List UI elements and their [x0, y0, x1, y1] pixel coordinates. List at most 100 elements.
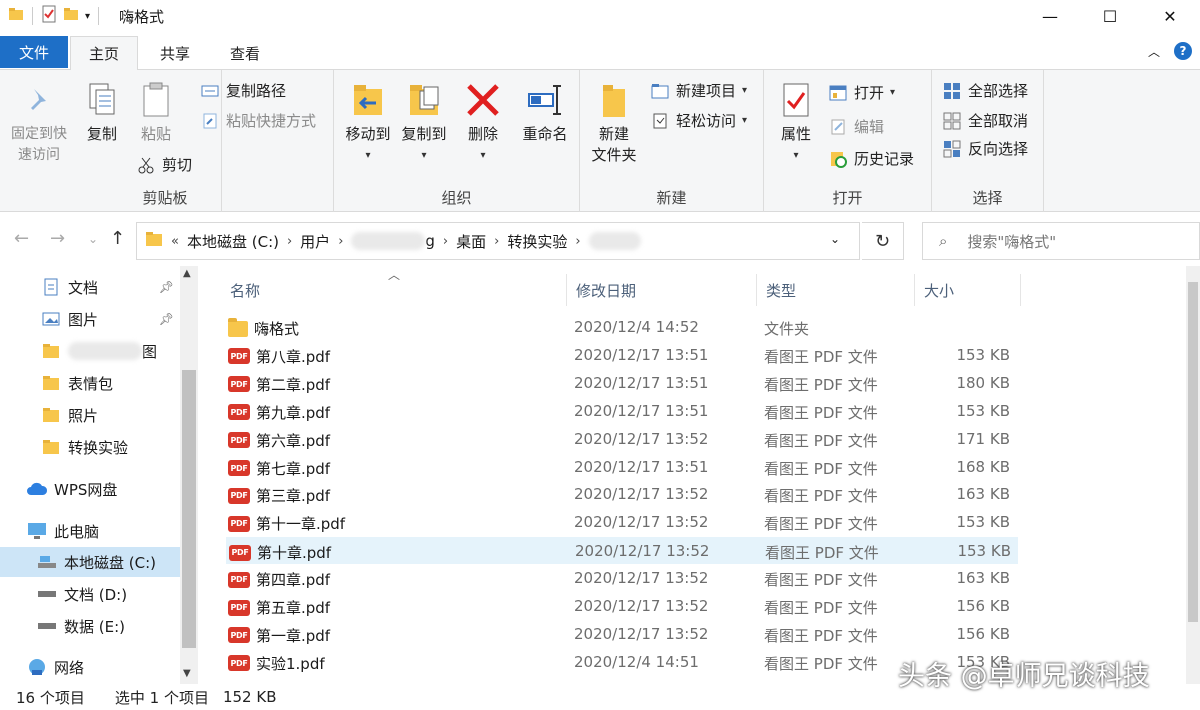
table-row[interactable]: PDF 第二章.pdf 2020/12/17 13:51 看图王 PDF 文件 180 … — [226, 370, 1018, 397]
easy-access-button[interactable]: 轻松访问 ▾ — [650, 110, 747, 131]
nav-item-documents[interactable]: 文档 📌︎ — [0, 272, 180, 302]
file-name-cell[interactable]: PDF 第一章.pdf — [228, 625, 330, 646]
file-name-cell[interactable]: PDF 第三章.pdf — [228, 485, 330, 506]
scrollbar-thumb[interactable] — [182, 370, 196, 648]
nav-item-network[interactable]: 网络 — [0, 652, 180, 682]
table-row[interactable]: PDF 第十章.pdf 2020/12/17 13:52 看图王 PDF 文件 153 … — [226, 537, 1018, 565]
column-header-date[interactable]: 修改日期 — [576, 274, 636, 306]
column-divider[interactable] — [566, 274, 567, 306]
breadcrumb-item[interactable]: 转换实验 — [507, 231, 567, 252]
file-name-cell[interactable]: PDF 第四章.pdf — [228, 569, 330, 590]
file-name-cell[interactable]: PDF 第五章.pdf — [228, 597, 330, 618]
chevron-right-icon[interactable]: › — [443, 234, 448, 249]
tab-view[interactable]: 查看 — [212, 36, 278, 70]
pin-icon[interactable]: 📌︎ — [159, 280, 174, 294]
nav-item-drive-e[interactable]: 数据 (E:) — [0, 611, 180, 641]
breadcrumb-item[interactable]: g — [425, 232, 435, 250]
new-folder-quick-icon[interactable] — [63, 6, 79, 26]
forward-arrow-icon[interactable]: → — [50, 228, 65, 249]
tab-share[interactable]: 共享 — [140, 36, 210, 70]
properties-button[interactable]: 属性 ▾ — [774, 78, 818, 166]
column-divider[interactable] — [756, 274, 757, 306]
file-name-cell[interactable]: 嗨格式 — [228, 317, 299, 339]
properties-quick-icon[interactable] — [41, 5, 57, 27]
minimize-button[interactable]: — — [1020, 0, 1080, 32]
paste-button[interactable]: 粘贴 — [134, 78, 178, 145]
file-name-cell[interactable]: PDF 第七章.pdf — [228, 458, 330, 479]
table-row[interactable]: PDF 第六章.pdf 2020/12/17 13:52 看图王 PDF 文件 171 … — [226, 426, 1018, 453]
chevron-right-icon[interactable]: › — [575, 234, 580, 249]
nav-item-pictures[interactable]: 图片 📌︎ — [0, 304, 180, 334]
file-name-cell[interactable]: PDF 第十一章.pdf — [228, 513, 345, 534]
table-row[interactable]: PDF 第十一章.pdf 2020/12/17 13:52 看图王 PDF 文件 153… — [226, 509, 1018, 536]
table-row[interactable]: PDF 第七章.pdf 2020/12/17 13:51 看图王 PDF 文件 168 … — [226, 454, 1018, 481]
customize-quick-access-icon[interactable]: ▾ — [85, 11, 90, 22]
nav-item-photos[interactable]: 照片 — [0, 400, 180, 430]
up-arrow-icon[interactable]: ↑ — [110, 228, 125, 249]
nav-item-local-disk-c[interactable]: 本地磁盘 (C:) — [0, 547, 180, 577]
file-name-cell[interactable]: PDF 第九章.pdf — [228, 402, 330, 423]
nav-item-conversion[interactable]: 转换实验 — [0, 432, 180, 462]
table-row[interactable]: PDF 第四章.pdf 2020/12/17 13:52 看图王 PDF 文件 163 … — [226, 565, 1018, 592]
nav-item-wps-cloud[interactable]: WPS网盘 — [0, 474, 180, 504]
breadcrumb-item[interactable]: 用户 — [300, 231, 330, 252]
delete-button[interactable]: 删除 ▾ — [460, 78, 506, 166]
new-item-button[interactable]: 新建项目 ▾ — [650, 80, 747, 101]
table-row[interactable]: PDF 第五章.pdf 2020/12/17 13:52 看图王 PDF 文件 156 … — [226, 593, 1018, 620]
file-name-cell[interactable]: PDF 第八章.pdf — [228, 346, 330, 367]
tab-home[interactable]: 主页 — [70, 36, 138, 71]
close-button[interactable]: ✕ — [1140, 0, 1200, 32]
table-row[interactable]: PDF 第八章.pdf 2020/12/17 13:51 看图王 PDF 文件 153 … — [226, 342, 1018, 369]
copy-to-button[interactable]: 复制到 ▾ — [396, 78, 452, 166]
edit-button[interactable]: 编辑 — [828, 116, 884, 137]
breadcrumb-overflow[interactable]: « — [171, 234, 179, 249]
select-all-button[interactable]: 全部选择 — [942, 80, 1028, 101]
move-to-button[interactable]: 移动到 ▾ — [340, 78, 396, 166]
help-icon[interactable]: ? — [1174, 42, 1192, 60]
copy-button[interactable]: 复制 — [80, 78, 124, 145]
column-divider[interactable] — [1020, 274, 1021, 306]
table-row[interactable]: PDF 第三章.pdf 2020/12/17 13:52 看图王 PDF 文件 163 … — [226, 481, 1018, 508]
cut-button[interactable]: 剪切 — [136, 154, 192, 175]
file-name-cell[interactable]: PDF 实验1.pdf — [228, 653, 325, 674]
nav-item-folder[interactable]: 图 — [0, 336, 180, 366]
scroll-down-icon[interactable]: ▼ — [183, 668, 191, 679]
history-button[interactable]: 历史记录 — [828, 148, 914, 169]
file-name-cell[interactable]: PDF 第十章.pdf — [229, 542, 331, 563]
select-none-button[interactable]: 全部取消 — [942, 110, 1028, 131]
invert-selection-button[interactable]: 反向选择 — [942, 138, 1028, 159]
pin-icon[interactable]: 📌︎ — [159, 312, 174, 326]
back-arrow-icon[interactable]: ← — [14, 228, 29, 249]
nav-item-this-pc[interactable]: 此电脑 — [0, 516, 180, 546]
chevron-right-icon[interactable]: › — [338, 234, 343, 249]
search-input[interactable]: ⌕ 搜索"嗨格式" — [922, 222, 1200, 260]
address-dropdown-icon[interactable]: ⌄ — [830, 232, 840, 246]
file-name-cell[interactable]: PDF 第二章.pdf — [228, 374, 330, 395]
scroll-up-icon[interactable]: ▲ — [183, 268, 191, 279]
column-header-name[interactable]: 名称 — [230, 274, 260, 306]
table-row[interactable]: 嗨格式 2020/12/4 14:52 文件夹 — [226, 314, 1018, 341]
recent-locations-icon[interactable]: ⌄ — [88, 232, 98, 246]
nav-item-stickers[interactable]: 表情包 — [0, 368, 180, 398]
breadcrumb-item[interactable]: 桌面 — [456, 231, 486, 252]
nav-item-drive-d[interactable]: 文档 (D:) — [0, 579, 180, 609]
breadcrumb-item[interactable]: 本地磁盘 (C:) — [187, 231, 279, 252]
pin-quick-access-button[interactable]: 固定到快 速访问 — [4, 78, 74, 166]
column-header-type[interactable]: 类型 — [766, 274, 796, 306]
rename-button[interactable]: 重命名 — [516, 78, 574, 145]
column-divider[interactable] — [914, 274, 915, 306]
navigation-scrollbar[interactable]: ▲ ▼ — [180, 266, 198, 684]
open-button[interactable]: 打开 ▾ — [828, 82, 895, 103]
refresh-button[interactable]: ↻ — [862, 222, 904, 260]
table-row[interactable]: PDF 第九章.pdf 2020/12/17 13:51 看图王 PDF 文件 153 … — [226, 398, 1018, 425]
file-list-scrollbar[interactable] — [1186, 266, 1200, 684]
file-name-cell[interactable]: PDF 第六章.pdf — [228, 430, 330, 451]
scrollbar-thumb[interactable] — [1188, 282, 1198, 622]
collapse-ribbon-icon[interactable]: ︿ — [1148, 43, 1160, 60]
table-row[interactable]: PDF 第一章.pdf 2020/12/17 13:52 看图王 PDF 文件 156 … — [226, 621, 1018, 648]
new-folder-button[interactable]: 新建 文件夹 — [586, 78, 642, 166]
maximize-button[interactable]: ☐ — [1080, 0, 1140, 32]
address-bar[interactable]: « 本地磁盘 (C:) › 用户 › g › 桌面 › 转换实验 › — [136, 222, 860, 260]
tab-file[interactable]: 文件 — [0, 36, 68, 68]
column-header-size[interactable]: 大小 — [924, 274, 954, 306]
